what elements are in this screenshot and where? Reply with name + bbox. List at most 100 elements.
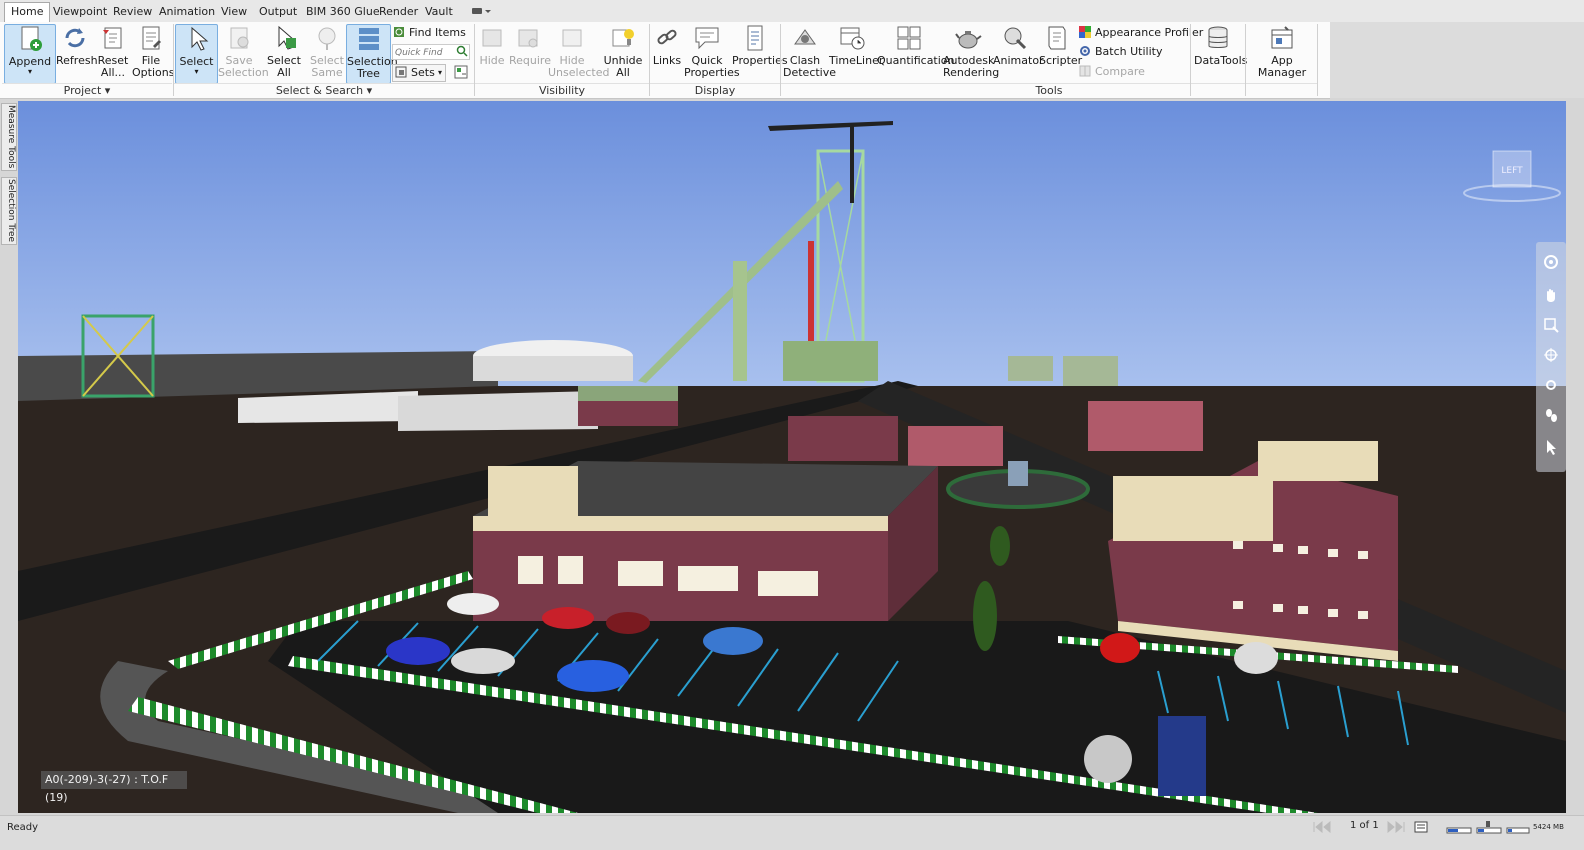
orbit-icon[interactable] <box>1543 347 1559 366</box>
select-all-icon <box>270 24 298 52</box>
select-dropdown-icon[interactable]: ▾ <box>176 68 217 76</box>
save-selection-button[interactable]: Save Selection <box>218 24 269 82</box>
animator-label: Animator <box>993 54 1044 67</box>
animator-icon <box>1001 24 1029 52</box>
plant-base <box>783 341 878 381</box>
sets-icon <box>395 66 407 78</box>
car <box>1100 633 1140 663</box>
animator-button[interactable]: Animator <box>993 24 1044 82</box>
sets-dropdown[interactable]: Sets ▾ <box>392 64 446 82</box>
quick-find-input[interactable] <box>393 47 457 59</box>
performance-indicator-icon <box>1446 820 1472 837</box>
first-page-icon[interactable] <box>1312 820 1336 836</box>
quick-properties-label-2: Properties <box>684 66 740 79</box>
rendering-label-2: Rendering <box>943 66 1000 79</box>
autodesk-rendering-button[interactable]: Autodesk Rendering <box>943 24 1000 82</box>
ribbon-separator <box>1245 24 1246 96</box>
file-options-button[interactable]: File Options <box>132 24 174 82</box>
find-items-button[interactable]: Find Items <box>393 25 466 41</box>
clash-detective-button[interactable]: Clash Detective <box>783 24 836 82</box>
tab-animation[interactable]: Animation <box>153 3 221 20</box>
quick-properties-icon <box>693 24 721 52</box>
compare-icon <box>1079 65 1091 77</box>
next-page-icon[interactable] <box>1382 820 1406 836</box>
3d-viewport[interactable]: LEFT <box>18 101 1566 813</box>
group-project[interactable]: Project ▾ <box>2 83 172 98</box>
tab-selection-tree[interactable]: Selection Tree <box>1 177 17 245</box>
unhide-icon <box>609 24 637 52</box>
hide-button[interactable]: Hide <box>477 24 507 82</box>
links-button[interactable]: Links <box>652 24 682 82</box>
sheet-browser-icon[interactable] <box>1414 821 1428 836</box>
tab-output[interactable]: Output <box>253 3 303 20</box>
batch-utility-button[interactable]: Batch Utility <box>1079 44 1162 60</box>
scripter-label: Scripter <box>1039 54 1083 67</box>
reset-all-button[interactable]: Reset All... <box>95 24 131 82</box>
tab-vault[interactable]: Vault <box>419 3 459 20</box>
warehouse <box>398 391 598 431</box>
group-select-search[interactable]: Select & Search ▾ <box>174 83 474 98</box>
pan-hand-icon[interactable] <box>1543 287 1559 306</box>
properties-label: Properties <box>732 54 788 67</box>
right-building-tower <box>1258 441 1378 481</box>
compare-label: Compare <box>1095 65 1145 78</box>
compare-button[interactable]: Compare <box>1079 64 1145 80</box>
tab-viewpoint[interactable]: Viewpoint <box>47 3 113 20</box>
tab-render[interactable]: Render <box>373 3 424 20</box>
sets-chevron-down-icon: ▾ <box>437 68 442 77</box>
quick-find-search-icon[interactable] <box>456 45 468 60</box>
group-tools: Tools <box>781 83 1317 98</box>
selection-tree-button[interactable]: Selection Tree <box>346 24 398 84</box>
require-button[interactable]: Require <box>509 24 551 82</box>
small-building <box>1063 356 1118 386</box>
datatools-button[interactable]: DataTools <box>1194 24 1247 82</box>
look-icon[interactable] <box>1543 377 1559 396</box>
append-dropdown-icon[interactable]: ▾ <box>5 68 55 76</box>
select-same-button[interactable]: Select Same <box>307 24 347 82</box>
car <box>542 607 594 629</box>
quick-access-dropdown-icon[interactable] <box>471 5 493 17</box>
properties-icon <box>741 24 769 52</box>
tab-measure-tools[interactable]: Measure Tools <box>1 103 17 171</box>
unhide-all-button[interactable]: Unhide All <box>603 24 643 82</box>
appearance-profiler-button[interactable]: Appearance Profiler <box>1079 25 1203 41</box>
select-button[interactable]: Select ▾ <box>175 24 218 84</box>
group-visibility: Visibility <box>475 83 649 98</box>
properties-button[interactable]: Properties <box>732 24 788 82</box>
database-icon <box>1204 24 1232 52</box>
select-cursor-icon[interactable] <box>1543 439 1559 458</box>
tab-view[interactable]: View <box>215 3 253 20</box>
scripter-button[interactable]: Scripter <box>1039 24 1083 82</box>
unhide-label-2: All <box>616 66 630 79</box>
manage-sets-icon[interactable] <box>454 65 468 79</box>
append-button[interactable]: Append ▾ <box>4 24 56 84</box>
red-pipe <box>808 241 814 341</box>
quantification-icon <box>895 24 923 52</box>
ribbon-separator <box>1190 24 1191 96</box>
fountain <box>1008 461 1028 486</box>
steering-wheel-icon[interactable] <box>1543 254 1559 273</box>
car <box>557 660 629 692</box>
teapot-icon <box>954 24 982 52</box>
ribbon-empty-area <box>1330 22 1584 98</box>
hide-unselected-button[interactable]: Hide Unselected <box>548 24 609 82</box>
timeliner-icon <box>838 24 866 52</box>
walk-icon[interactable] <box>1543 407 1559 426</box>
zoom-window-icon[interactable] <box>1543 317 1559 336</box>
quantification-button[interactable]: Quantification <box>877 24 955 82</box>
refresh-button[interactable]: Refresh <box>56 24 98 82</box>
quick-find-input-box[interactable] <box>392 44 470 60</box>
crane-mast <box>850 123 854 203</box>
timeliner-button[interactable]: TimeLiner <box>829 24 883 82</box>
group-display: Display <box>650 83 780 98</box>
tab-home[interactable]: Home <box>4 2 51 23</box>
select-all-button[interactable]: Select All <box>264 24 304 82</box>
tab-review[interactable]: Review <box>107 3 158 20</box>
memory-indicator-icon <box>1476 820 1502 837</box>
storage-tank-body <box>473 356 633 381</box>
refresh-icon <box>61 24 89 52</box>
hide-icon <box>478 24 506 52</box>
app-manager-button[interactable]: App Manager <box>1250 24 1314 82</box>
batch-utility-icon <box>1079 45 1091 57</box>
quick-properties-button[interactable]: Quick Properties <box>684 24 740 82</box>
